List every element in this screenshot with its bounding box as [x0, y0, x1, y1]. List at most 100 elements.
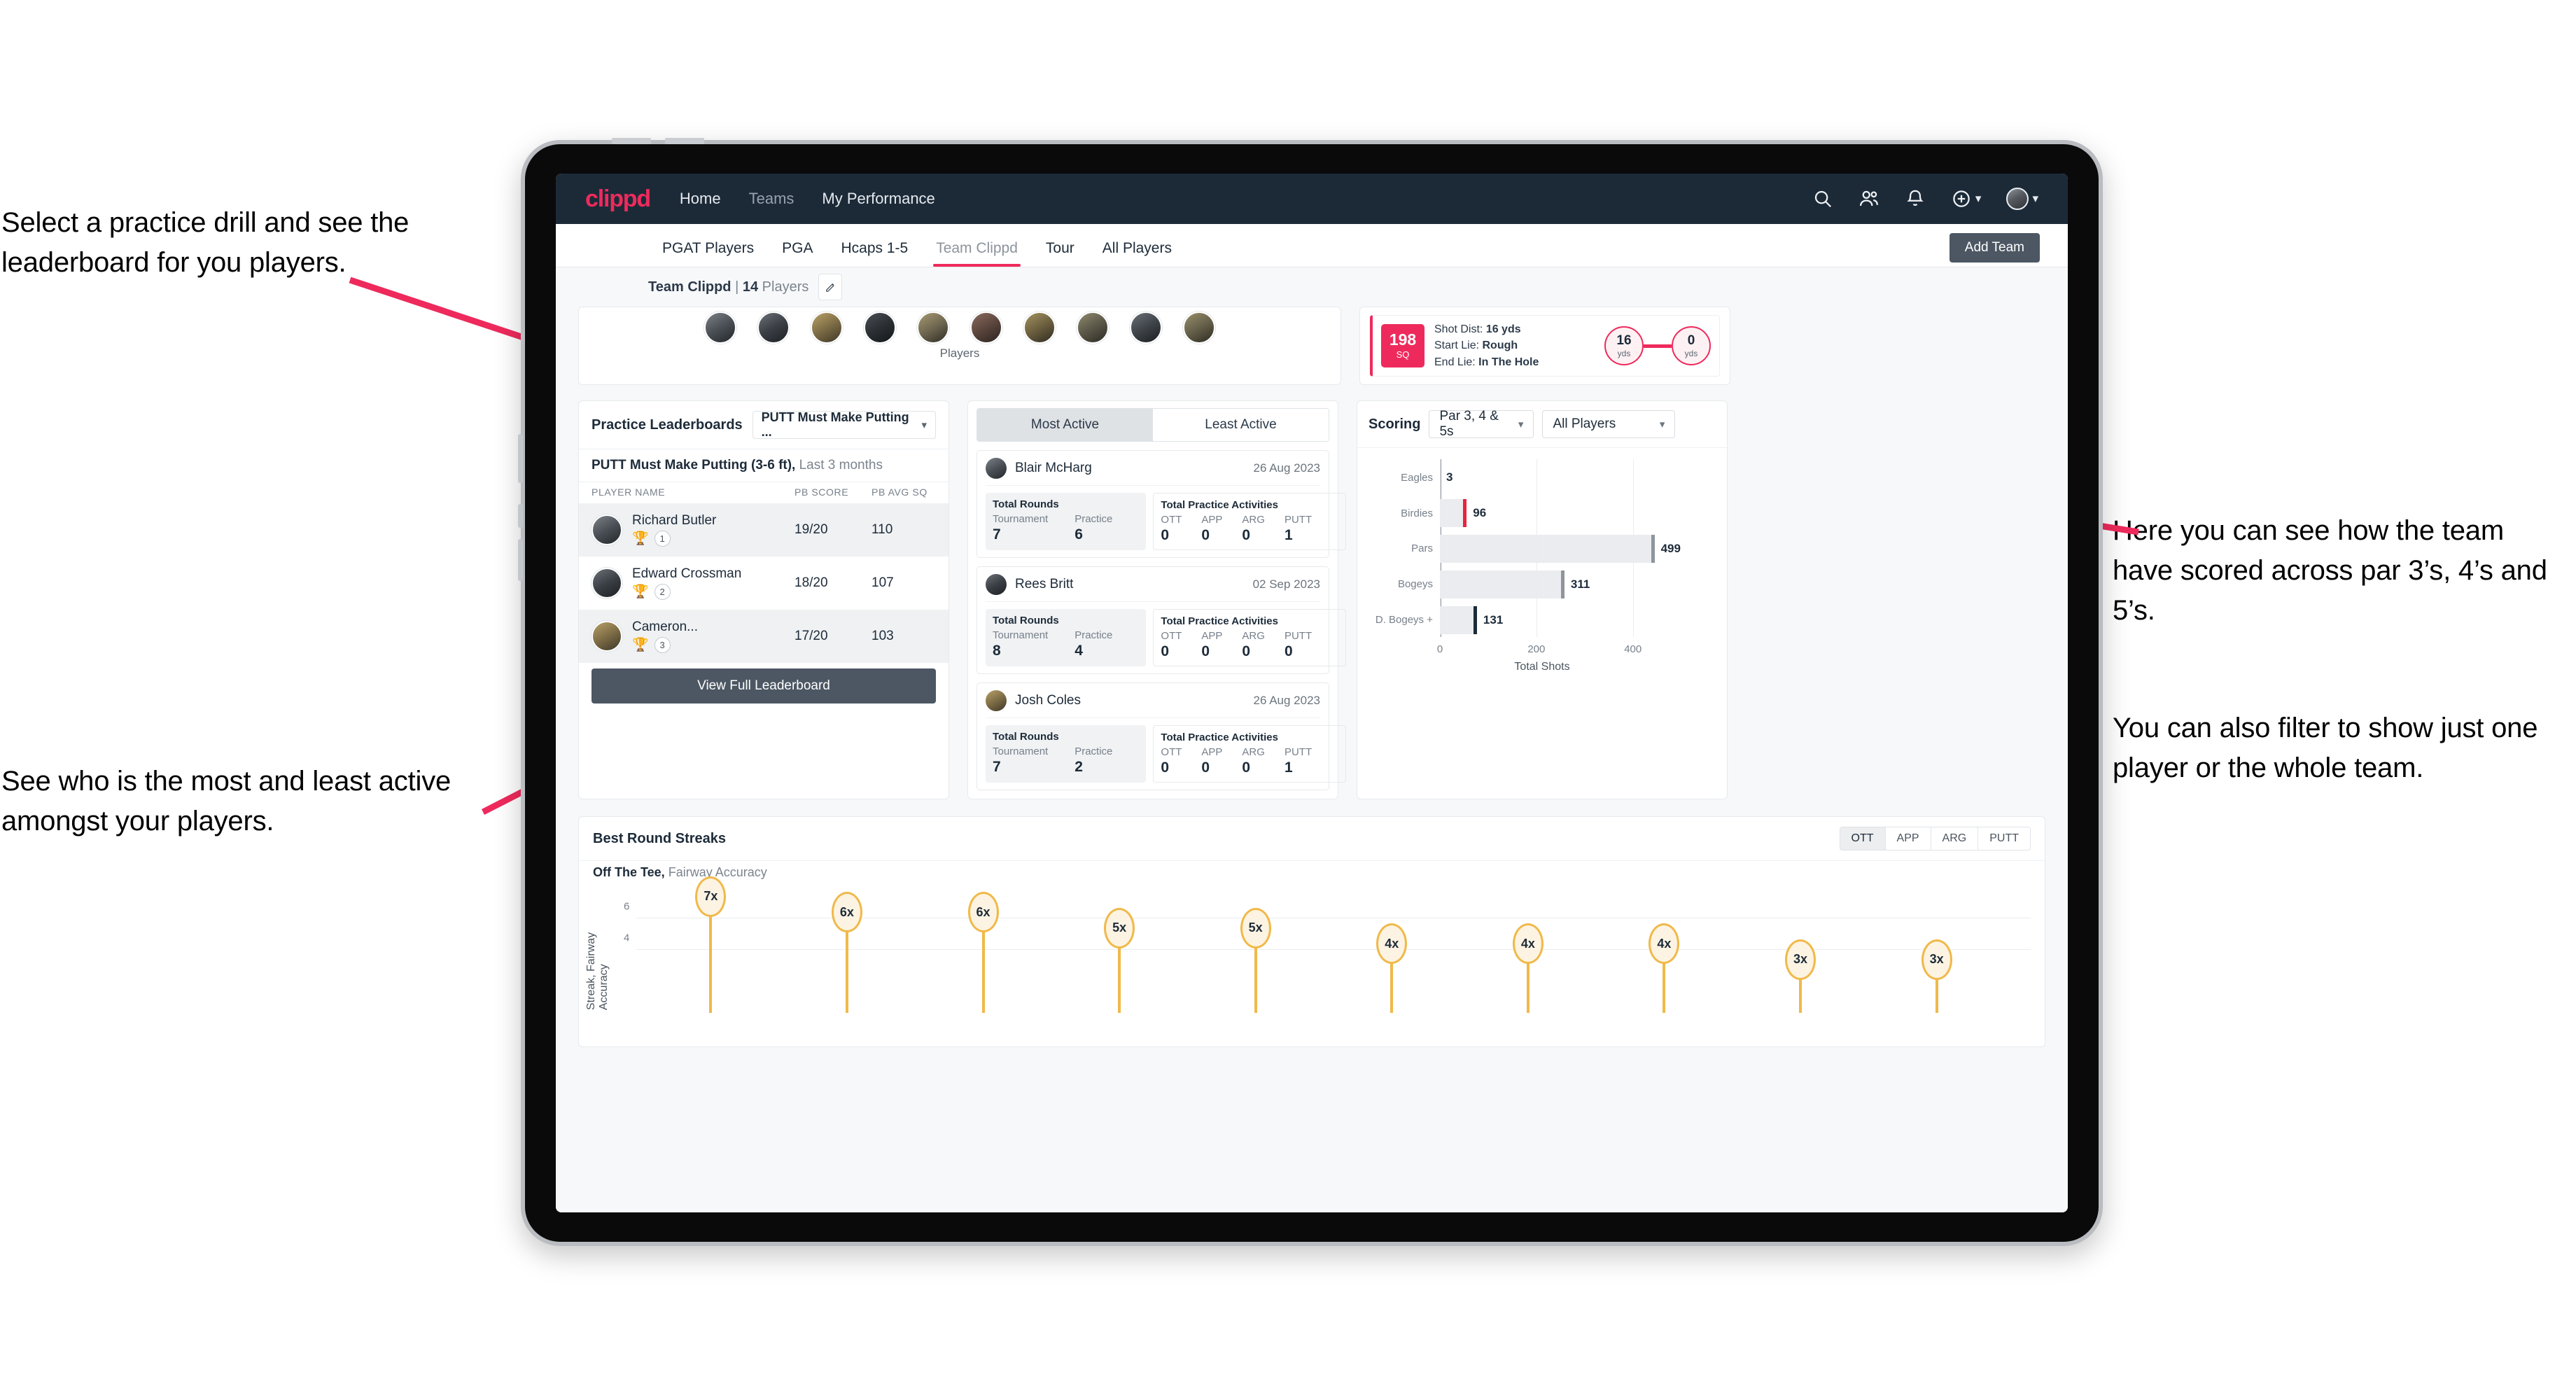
main-panels: Practice Leaderboards PUTT Must Make Put…	[556, 385, 2068, 799]
annotation-scoring: Here you can see how the team have score…	[2113, 515, 2547, 626]
plus-circle-icon[interactable]: ▾	[1951, 188, 1981, 209]
streak-toggle-ott[interactable]: OTT	[1840, 827, 1886, 850]
edit-team-button[interactable]	[818, 274, 843, 300]
tablet-volume-button-down	[665, 138, 704, 144]
streak-bubble[interactable]: 4x	[1512, 923, 1544, 964]
player-avatar[interactable]	[1077, 312, 1109, 344]
streak-toggle-putt[interactable]: PUTT	[1978, 827, 2030, 850]
tab-pgat-players[interactable]: PGAT Players	[648, 240, 768, 267]
top-navigation-bar: clippd Home Teams My Performance ▾ ▾	[556, 174, 2068, 224]
par-select-value: Par 3, 4 & 5s	[1439, 409, 1499, 439]
tablet-volume-button-up	[612, 138, 651, 144]
gridline	[1632, 459, 1634, 637]
streaks-metric-label: Off The Tee, Fairway Accuracy	[579, 861, 2045, 880]
activity-date: 26 Aug 2023	[1253, 461, 1320, 475]
end-lie-key: End Lie:	[1434, 356, 1476, 368]
player-avatar	[986, 458, 1007, 479]
shot-end-unit: yds	[1684, 348, 1698, 358]
search-icon[interactable]	[1812, 188, 1833, 209]
start-lie-key: Start Lie:	[1434, 340, 1480, 352]
activity-card[interactable]: Blair McHarg 26 Aug 2023 Total Rounds Tourn…	[976, 450, 1347, 558]
streaks-metric-toggle: OTT APP ARG PUTT	[1839, 827, 2031, 850]
streak-stem	[981, 918, 985, 1013]
player-name-cell: Richard Butler 🏆 1	[632, 513, 794, 547]
table-row[interactable]: Richard Butler 🏆 1 19/20 110	[579, 503, 948, 556]
clippd-logo[interactable]: clippd	[585, 186, 651, 213]
practice-leaderboards-panel: Practice Leaderboards PUTT Must Make Put…	[578, 400, 949, 799]
activity-card[interactable]: Josh Coles 26 Aug 2023 Total Rounds Tournam…	[976, 682, 1347, 790]
player-avatar[interactable]	[917, 312, 949, 344]
streaks-title: Best Round Streaks	[593, 830, 727, 846]
streak-bubble[interactable]: 4x	[1376, 923, 1408, 964]
top-strip: Players Show: Last 3 months ▾	[556, 307, 2068, 385]
activity-arg: ARG 0	[1242, 630, 1265, 659]
tab-least-active[interactable]: Least Active	[1153, 409, 1329, 441]
player-avatar[interactable]	[811, 312, 843, 344]
activity-card-header: Josh Coles 26 Aug 2023	[986, 690, 1320, 718]
nav-item-teams[interactable]: Teams	[749, 190, 794, 208]
bell-icon[interactable]	[1905, 188, 1926, 209]
column-pb-score: PB SCORE	[794, 486, 849, 498]
player-avatar[interactable]	[1183, 312, 1215, 344]
tab-most-active[interactable]: Most Active	[977, 409, 1153, 441]
people-icon[interactable]	[1858, 188, 1879, 209]
drill-select[interactable]: PUTT Must Make Putting ... ▾	[752, 410, 936, 439]
x-axis-tick: 0	[1436, 643, 1443, 655]
streak-bubble[interactable]: 6x	[967, 892, 999, 932]
pb-score-cell: 19/20	[794, 522, 828, 537]
tab-hcaps-1-5[interactable]: Hcaps 1-5	[827, 240, 922, 267]
trophy-icon: 🏆	[632, 531, 649, 546]
streak-toggle-app[interactable]: APP	[1885, 827, 1931, 850]
streak-bubble[interactable]: 5x	[1104, 907, 1135, 948]
streak-bubble[interactable]: 6x	[831, 892, 862, 932]
players-strip-label: Players	[939, 346, 980, 360]
activity-ott: OTT 0	[1161, 514, 1182, 543]
activity-putt: PUTT 0	[1284, 630, 1312, 659]
practice-activities-title: Total Practice Activities	[1161, 499, 1278, 511]
tablet-side-button-2	[518, 504, 523, 528]
streak-bubble[interactable]: 4x	[1648, 923, 1680, 964]
player-avatar[interactable]	[1023, 312, 1056, 344]
player-avatar[interactable]	[970, 312, 1002, 344]
main-nav: Home Teams My Performance	[680, 190, 935, 208]
table-row[interactable]: Edward Crossman 🏆 2 18/20 107	[579, 556, 948, 610]
activity-putt: PUTT 1	[1284, 514, 1312, 543]
avatar[interactable]: ▾	[2006, 188, 2038, 210]
players-select[interactable]: All Players ▾	[1542, 410, 1676, 438]
tab-all-players[interactable]: All Players	[1088, 240, 1186, 267]
view-full-leaderboard-button[interactable]: View Full Leaderboard	[592, 668, 936, 704]
activity-app: APP 0	[1201, 746, 1223, 776]
player-avatar[interactable]	[757, 312, 790, 344]
start-lie-value: Rough	[1482, 340, 1518, 352]
scoring-bar: Birdies 96	[1401, 499, 1486, 528]
nav-item-my-performance[interactable]: My Performance	[822, 190, 934, 208]
tab-team-clippd[interactable]: Team Clippd	[922, 240, 1032, 267]
streak-toggle-arg[interactable]: ARG	[1931, 827, 1979, 850]
tab-tour[interactable]: Tour	[1032, 240, 1088, 267]
column-pb-avg-sq: PB AVG SQ	[872, 486, 927, 498]
streak-bubble[interactable]: 3x	[1785, 939, 1816, 980]
shot-start-value: 16	[1616, 332, 1632, 348]
activity-date: 26 Aug 2023	[1253, 694, 1320, 707]
par-select[interactable]: Par 3, 4 & 5s ▾	[1429, 409, 1534, 439]
total-rounds-title: Total Rounds	[993, 615, 1059, 626]
player-avatar[interactable]	[1130, 312, 1162, 344]
end-lie-value: In The Hole	[1478, 356, 1539, 368]
table-row[interactable]: Cameron... 🏆 3 17/20 103	[579, 610, 948, 663]
activity-card[interactable]: Rees Britt 02 Sep 2023 Total Rounds Tournam…	[976, 566, 1347, 674]
tab-pga[interactable]: PGA	[768, 240, 827, 267]
scoring-bar-chart: Eagles 3 Birdies 96 Pars 499 Bogeys 311 D. Bogey…	[1364, 452, 1720, 676]
pencil-icon	[826, 283, 834, 292]
player-avatar[interactable]	[704, 312, 736, 344]
add-team-button[interactable]: Add Team	[1949, 233, 2040, 262]
breadcrumb-row: Team Clippd | 14 Players	[556, 267, 2068, 307]
x-axis-tick: 200	[1527, 643, 1546, 655]
player-medals: 🏆 1	[632, 531, 794, 547]
players-avatar-row[interactable]	[579, 307, 1340, 344]
streak-bubble[interactable]: 7x	[695, 876, 727, 917]
practice-activities-box: Total Practice Activities OTT 0 APP 0 ARG 0 PUT…	[1153, 609, 1347, 666]
streak-bubble[interactable]: 5x	[1240, 907, 1271, 948]
player-avatar[interactable]	[864, 312, 896, 344]
nav-item-home[interactable]: Home	[680, 190, 721, 208]
streak-bubble[interactable]: 3x	[1921, 939, 1952, 980]
